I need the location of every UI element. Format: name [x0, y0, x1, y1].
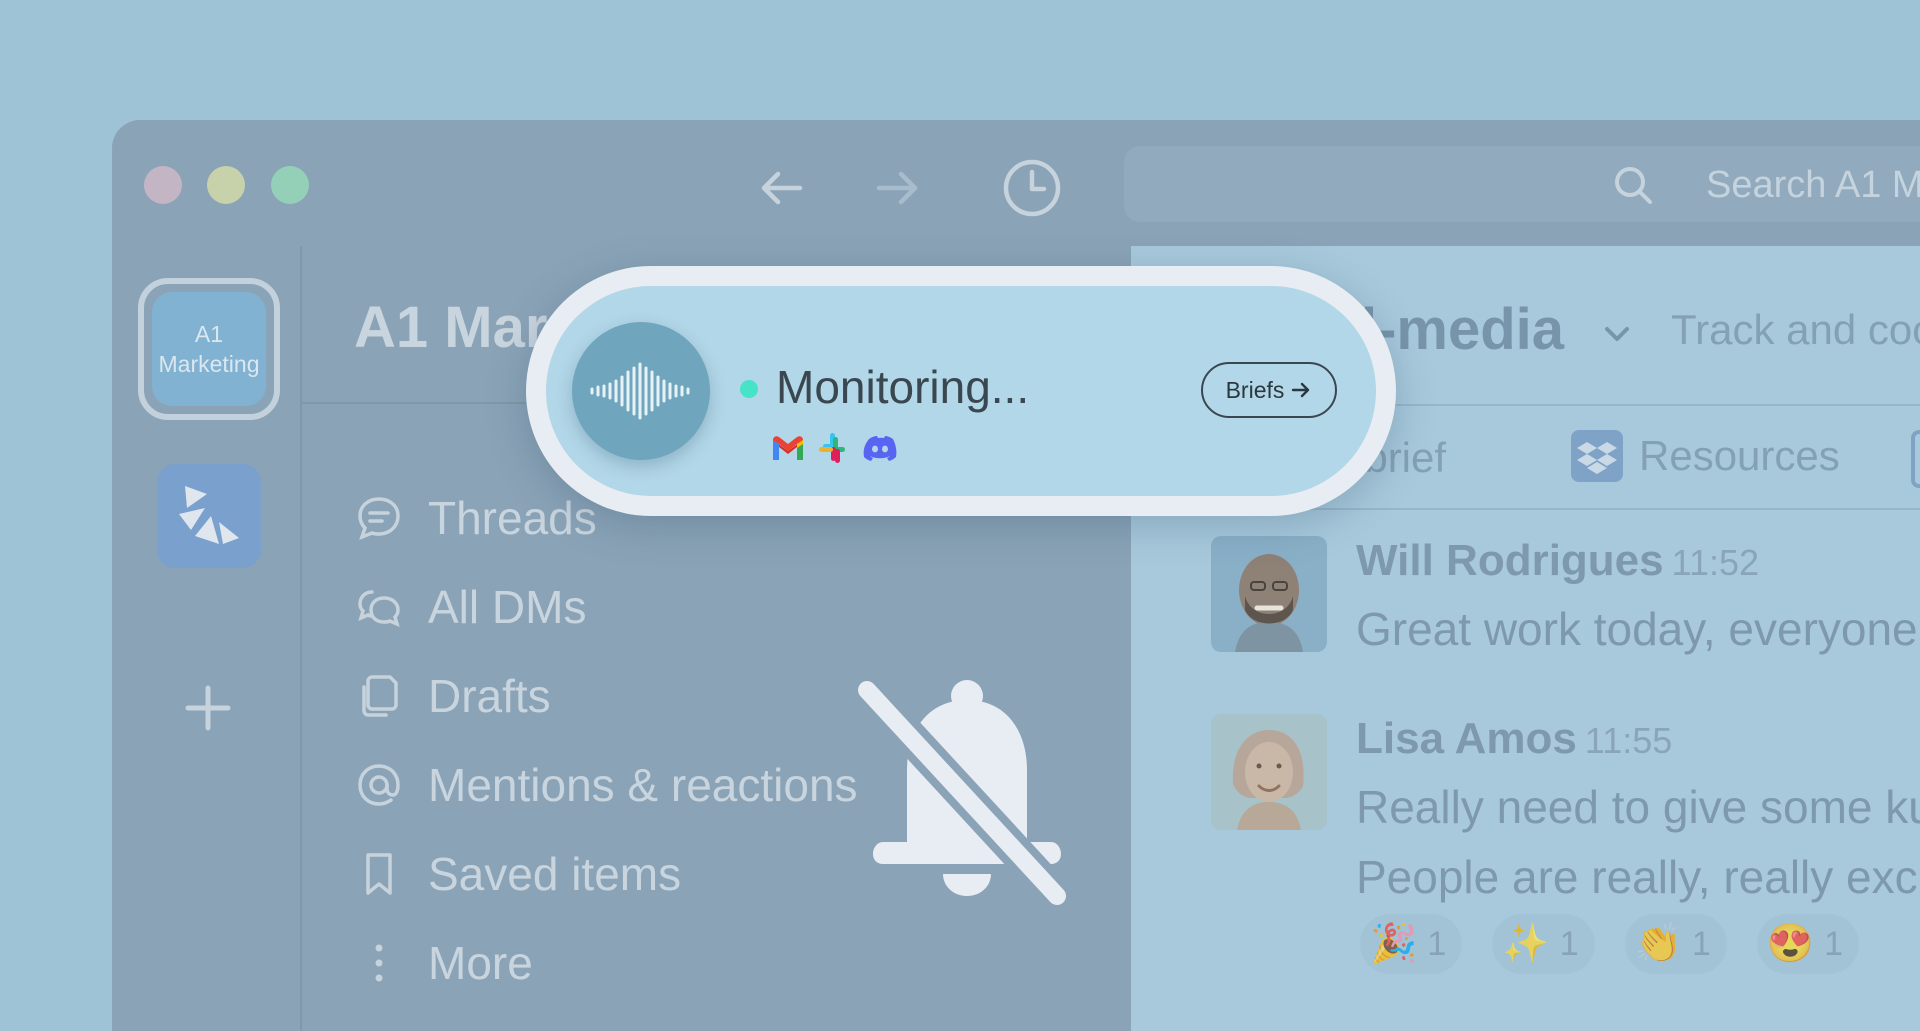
zoom-window-button[interactable] — [271, 166, 309, 204]
workspace-badge: A1 Marketing — [152, 292, 266, 406]
close-window-button[interactable] — [144, 166, 182, 204]
arrow-right-icon — [1292, 382, 1310, 398]
sidebar-item-label: Saved items — [428, 848, 682, 900]
author-name: Lisa Amos — [1356, 714, 1577, 763]
monitoring-widget-body: Monitoring... Briefs — [546, 286, 1376, 496]
sidebar-item-drafts[interactable]: Drafts — [354, 666, 551, 726]
chevron-down-icon[interactable] — [1601, 318, 1633, 350]
monitored-sources — [770, 430, 908, 466]
dms-icon — [358, 590, 400, 628]
message-time: 11:55 — [1584, 720, 1673, 761]
monitoring-status: Monitoring... — [776, 361, 1030, 413]
threads-icon — [358, 497, 400, 541]
reaction-count: 1 — [1559, 924, 1579, 963]
workspace-rail: A1 Marketing — [112, 246, 302, 1031]
avatar[interactable] — [1211, 714, 1327, 830]
tab-resources[interactable]: Resources — [1571, 426, 1840, 486]
reaction-count: 1 — [1427, 924, 1447, 963]
tab-overflow-icon[interactable] — [1911, 430, 1920, 488]
briefs-button-label: Briefs — [1225, 376, 1285, 403]
status-dot — [740, 380, 758, 398]
sidebar-item-label: Threads — [428, 492, 597, 544]
workspace-badge-line2: Marketing — [158, 351, 260, 377]
sidebar-item-label: More — [428, 937, 533, 989]
message-author[interactable]: Will Rodrigues 11:52 — [1356, 536, 1759, 586]
mention-icon — [358, 764, 400, 806]
title-bar: Search A1 M — [112, 120, 1920, 246]
reaction-clap[interactable]: 👏 1 — [1624, 914, 1727, 974]
voice-orb[interactable] — [572, 322, 710, 460]
croissant-icon — [179, 486, 239, 544]
search-icon — [1615, 167, 1652, 204]
sidebar-item-saved[interactable]: Saved items — [354, 844, 681, 904]
reaction-count: 1 — [1824, 924, 1843, 963]
workspace-badge-line1: A1 — [194, 321, 224, 347]
reaction-party[interactable]: 🎉 1 — [1360, 914, 1463, 974]
briefs-button[interactable]: Briefs — [1201, 362, 1337, 418]
forward-arrow-icon[interactable] — [867, 158, 927, 218]
add-workspace-icon[interactable] — [178, 678, 238, 738]
message-text: Really need to give some ku — [1356, 781, 1920, 833]
reaction-sparkles[interactable]: ✨ 1 — [1492, 914, 1595, 974]
sidebar-item-label: All DMs — [428, 581, 587, 633]
sidebar-item-all-dms[interactable]: All DMs — [354, 577, 586, 637]
heart-eyes-icon: 😍 — [1766, 923, 1815, 965]
workspace-title: A1 Mar — [354, 295, 548, 360]
channel-name[interactable]: l-media — [1361, 296, 1564, 363]
gmail-icon — [773, 436, 803, 460]
slack-icon — [819, 433, 845, 463]
clapping-hands-icon: 👏 — [1634, 923, 1682, 965]
sidebar-item-more[interactable]: More — [354, 933, 533, 993]
channel-description: Track and coor — [1671, 306, 1920, 353]
discord-icon — [863, 436, 897, 461]
app-window: Search A1 M A1 Marketing A1 Mar Threads … — [112, 120, 1920, 1031]
reaction-count: 1 — [1691, 924, 1711, 963]
reactions-bar: 🎉 1 ✨ 1 👏 1 😍 1 — [1360, 914, 1889, 974]
drafts-icon — [362, 675, 398, 717]
search-placeholder: Search A1 M — [1706, 164, 1920, 206]
monitoring-widget: Monitoring... Briefs — [526, 266, 1396, 516]
back-arrow-icon[interactable] — [752, 158, 812, 218]
message-time: 11:52 — [1671, 542, 1760, 583]
sidebar-item-label: Drafts — [428, 670, 551, 722]
avatar[interactable] — [1211, 536, 1327, 652]
tab-resources-label: Resources — [1639, 432, 1840, 479]
sparkles-icon: ✨ — [1502, 923, 1550, 965]
message-text: Great work today, everyone — [1356, 603, 1918, 655]
party-popper-icon: 🎉 — [1370, 923, 1418, 965]
history-clock-icon[interactable] — [1002, 158, 1062, 218]
message-author[interactable]: Lisa Amos 11:55 — [1356, 714, 1672, 764]
workspace-croissant[interactable] — [157, 464, 261, 568]
dropbox-icon — [1571, 430, 1623, 482]
minimize-window-button[interactable] — [207, 166, 245, 204]
more-icon — [375, 944, 383, 982]
search-bar[interactable]: Search A1 M — [1124, 146, 1920, 222]
workspace-a1-marketing[interactable]: A1 Marketing — [138, 278, 280, 420]
author-name: Will Rodrigues — [1356, 536, 1664, 585]
notifications-muted-bell-icon[interactable] — [857, 670, 1077, 940]
bookmark-icon — [366, 853, 392, 895]
message-text: People are really, really exci — [1356, 851, 1920, 903]
sidebar-item-label: Mentions & reactions — [428, 759, 858, 811]
reaction-heart-eyes[interactable]: 😍 1 — [1756, 914, 1859, 974]
audio-waveform-icon — [590, 362, 690, 420]
sidebar-item-threads[interactable]: Threads — [354, 488, 597, 548]
sidebar-item-mentions[interactable]: Mentions & reactions — [354, 755, 858, 815]
